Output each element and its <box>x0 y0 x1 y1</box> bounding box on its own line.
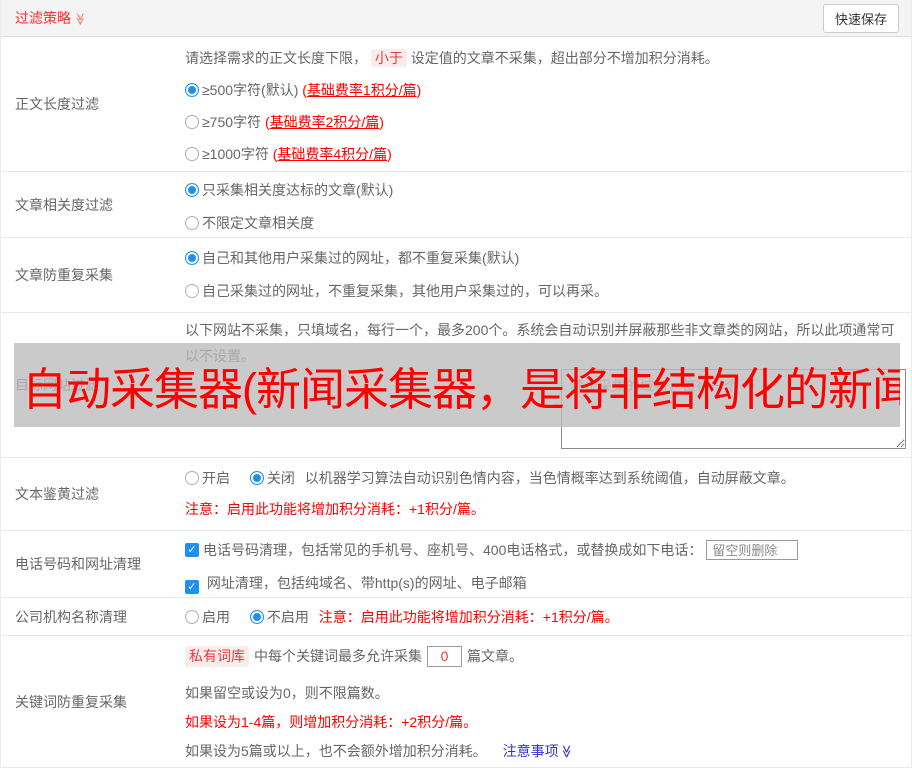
company-clean-cost-note: 注意：启用此功能将增加积分消耗：+1积分/篇。 <box>318 609 619 625</box>
watermark-overlay: 自动采集器(新闻采集器，是将非结构化的新闻 <box>14 343 900 427</box>
article-dedup-label: 文章防重复采集 <box>15 267 113 283</box>
keyword-note-zero: 如果留空或设为0，则不限篇数。 <box>185 685 389 701</box>
private-lexicon-tag[interactable]: 私有词库 <box>185 645 249 667</box>
porn-option-off[interactable]: 关闭 <box>249 470 295 486</box>
row-porn-filter: 文本鉴黄过滤 开启 关闭 以机器学习算法自动识别色情内容，当色情概率达到系统阈值… <box>1 458 911 531</box>
option-label: 自己和其他用户采集过的网址，都不重复采集(默认) <box>202 250 520 266</box>
radio-selected-icon[interactable] <box>249 471 264 485</box>
url-clean-option[interactable]: ✓ 网址清理，包括纯域名、带http(s)的网址、电子邮箱 <box>185 574 903 594</box>
checkbox-checked-icon[interactable]: ✓ <box>185 543 199 557</box>
radio-unselected-icon[interactable] <box>185 610 199 624</box>
row-phone-url-clean: 电话号码和网址清理 ✓ 电话号码清理，包括常见的手机号、座机号、400电话格式，… <box>1 531 911 598</box>
keyword-limit-unit: 篇文章。 <box>467 647 523 664</box>
company-clean-label: 公司机构名称清理 <box>15 608 127 625</box>
intro-highlight-lessthan: 小于 <box>370 49 407 67</box>
option-label: ≥500字符(默认) <box>202 82 299 98</box>
length-option-750[interactable]: ≥750字符 (基础费率2积分/篇) <box>185 113 903 132</box>
checkbox-checked-icon[interactable]: ✓ <box>185 580 199 594</box>
option-label: 关闭 <box>266 470 295 486</box>
page-title: 过滤策略 <box>15 10 71 26</box>
option-label: 自己采集过的网址，不重复采集，其他用户采集过的，可以再采。 <box>202 283 608 299</box>
radio-unselected-icon[interactable] <box>185 471 199 485</box>
length-filter-intro: 请选择需求的正文长度下限， 小于 设定值的文章不采集，超出部分不增加积分消耗。 <box>185 49 903 68</box>
keyword-note-cost: 如果设为1-4篇，则增加积分消耗：+2积分/篇。 <box>185 714 478 730</box>
row-keyword-dedup: 关键词防重复采集 私有词库 中每个关键词最多允许采集 篇文章。 如果留空或设为0… <box>1 636 911 768</box>
dedup-option-self-only[interactable]: 自己采集过的网址，不重复采集，其他用户采集过的，可以再采。 <box>185 282 903 301</box>
row-relevance-filter: 文章相关度过滤 只采集相关度达标的文章(默认) 不限定文章相关度 <box>1 172 911 238</box>
company-option-disable[interactable]: 不启用 <box>249 609 309 625</box>
note-close: ) <box>416 82 422 98</box>
intro-text-after: 设定值的文章不采集，超出部分不增加积分消耗。 <box>410 50 719 66</box>
porn-filter-label: 文本鉴黄过滤 <box>15 486 99 502</box>
option-label: 启用 <box>202 609 230 625</box>
watermark-text: 自动采集器(新闻采集器，是将非结构化的新闻 <box>22 363 900 415</box>
chevron-double-down-icon: ≫ <box>73 12 88 26</box>
filter-strategy-page: 过滤策略 ≫ 快速保存 正文长度过滤 请选择需求的正文长度下限， 小于 设定值的文… <box>0 0 912 768</box>
quick-save-button[interactable]: 快速保存 <box>822 3 899 33</box>
radio-unselected-icon[interactable] <box>185 284 199 298</box>
porn-filter-options: 开启 关闭 以机器学习算法自动识别色情内容，当色情概率达到系统阈值，自动屏蔽文章… <box>185 469 903 488</box>
url-clean-text: 网址清理，包括纯域名、带http(s)的网址、电子邮箱 <box>206 575 527 591</box>
note-close: ) <box>387 146 392 162</box>
intro-text-before: 请选择需求的正文长度下限， <box>185 50 367 66</box>
option-label: 只采集相关度达标的文章(默认) <box>202 182 394 198</box>
keyword-note-five: 如果设为5篇或以上，也不会额外增加积分消耗。 注意事项≫ <box>185 742 903 761</box>
chevron-double-down-icon: ≫ <box>558 744 574 759</box>
radio-selected-icon[interactable] <box>185 183 199 197</box>
radio-selected-icon[interactable] <box>249 610 264 624</box>
section-title-group[interactable]: 过滤策略 ≫ <box>15 8 87 28</box>
note-underlined: 基础费率2积分/篇 <box>269 114 380 130</box>
option-label: 开启 <box>202 470 230 486</box>
option-label: 不启用 <box>266 609 309 625</box>
row-length-filter: 正文长度过滤 请选择需求的正文长度下限， 小于 设定值的文章不采集，超出部分不增… <box>1 37 911 172</box>
company-clean-options: 启用 不启用 注意：启用此功能将增加积分消耗：+1积分/篇。 <box>185 608 903 627</box>
phone-clean-text: 电话号码清理，包括常见的手机号、座机号、400电话格式，或替换成如下电话： <box>203 541 703 558</box>
section-header: 过滤策略 ≫ 快速保存 <box>1 0 911 37</box>
relevance-option-strict[interactable]: 只采集相关度达标的文章(默认) <box>185 181 903 200</box>
radio-selected-icon[interactable] <box>185 83 199 97</box>
dedup-option-global[interactable]: 自己和其他用户采集过的网址，都不重复采集(默认) <box>185 249 903 268</box>
keyword-note-five-text: 如果设为5篇或以上，也不会额外增加积分消耗。 <box>185 743 487 759</box>
option-label: ≥750字符 <box>202 114 262 130</box>
radio-unselected-icon[interactable] <box>185 216 199 230</box>
length-option-500[interactable]: ≥500字符(默认) (基础费率1积分/篇) <box>185 81 903 100</box>
notice-link[interactable]: 注意事项≫ <box>503 743 574 759</box>
phone-clean-option[interactable]: ✓ 电话号码清理，包括常见的手机号、座机号、400电话格式，或替换成如下电话： <box>185 539 903 561</box>
row-article-dedup: 文章防重复采集 自己和其他用户采集过的网址，都不重复采集(默认) 自己采集过的网… <box>1 238 911 313</box>
length-filter-label: 正文长度过滤 <box>15 96 99 112</box>
keyword-limit-text: 中每个关键词最多允许采集 <box>254 647 422 664</box>
note-close: ) <box>379 114 384 130</box>
company-option-enable[interactable]: 启用 <box>185 609 230 625</box>
radio-unselected-icon[interactable] <box>185 147 199 161</box>
keyword-limit-line: 私有词库 中每个关键词最多允许采集 篇文章。 <box>185 645 903 667</box>
relevance-filter-label: 文章相关度过滤 <box>15 196 113 213</box>
porn-filter-cost-note: 注意：启用此功能将增加积分消耗：+1积分/篇。 <box>185 501 485 517</box>
radio-unselected-icon[interactable] <box>185 115 199 129</box>
porn-filter-desc: 以机器学习算法自动识别色情内容，当色情概率达到系统阈值，自动屏蔽文章。 <box>304 470 795 486</box>
phone-url-clean-label: 电话号码和网址清理 <box>15 556 141 572</box>
option-label: 不限定文章相关度 <box>202 215 314 231</box>
length-option-1000[interactable]: ≥1000字符 (基础费率4积分/篇) <box>185 145 903 164</box>
keyword-dedup-label: 关键词防重复采集 <box>15 693 127 710</box>
keyword-limit-input[interactable] <box>427 645 462 667</box>
fee-note: (基础费率2积分/篇) <box>265 114 384 130</box>
relevance-option-any[interactable]: 不限定文章相关度 <box>185 214 903 233</box>
option-label: ≥1000字符 <box>202 146 269 162</box>
fee-note: (基础费率4积分/篇) <box>273 146 392 162</box>
porn-option-on[interactable]: 开启 <box>185 470 230 486</box>
radio-selected-icon[interactable] <box>185 251 199 265</box>
fee-note: (基础费率1积分/篇) <box>302 82 421 98</box>
row-company-clean: 公司机构名称清理 启用 不启用 注意：启用此功能将增加积分消耗：+1积分/篇。 <box>1 598 911 636</box>
notice-link-label: 注意事项 <box>502 743 559 759</box>
replacement-phone-input[interactable] <box>706 540 799 560</box>
note-underlined: 基础费率4积分/篇 <box>277 146 388 162</box>
note-underlined: 基础费率1积分/篇 <box>306 82 417 98</box>
